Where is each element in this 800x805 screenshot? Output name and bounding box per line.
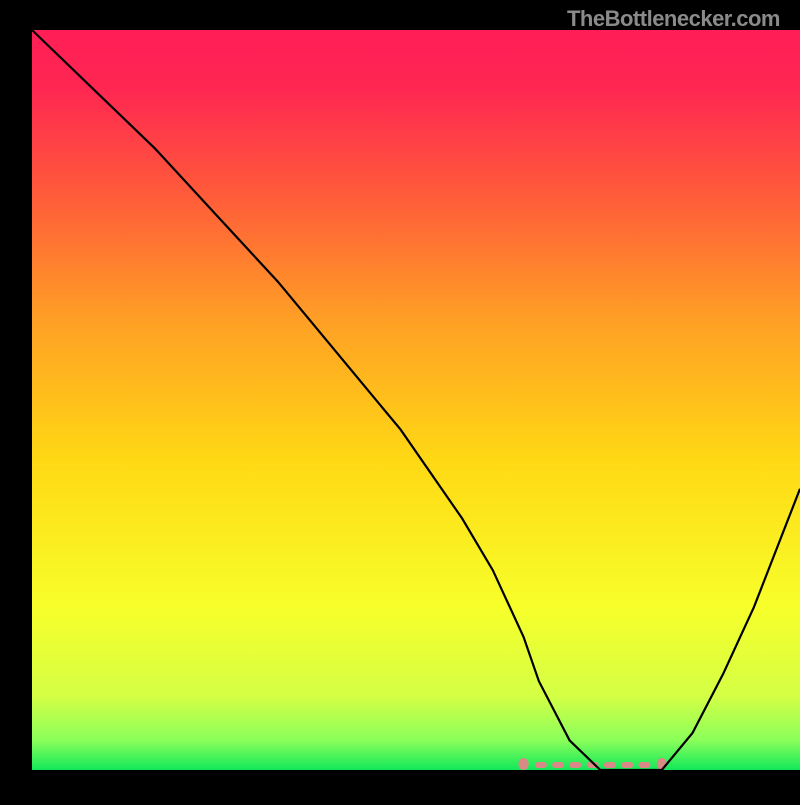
annotation-dash <box>604 762 616 768</box>
watermark-label: TheBottlenecker.com <box>567 6 780 32</box>
annotation-dash <box>552 762 564 768</box>
chart-container: TheBottlenecker.com <box>0 0 800 800</box>
annotation-dash <box>657 758 667 770</box>
annotation-dash <box>639 762 651 768</box>
annotation-dash <box>519 758 529 770</box>
annotation-dash <box>569 762 581 768</box>
chart-svg <box>0 0 800 800</box>
annotation-dash <box>621 762 633 768</box>
annotation-dash <box>535 762 547 768</box>
